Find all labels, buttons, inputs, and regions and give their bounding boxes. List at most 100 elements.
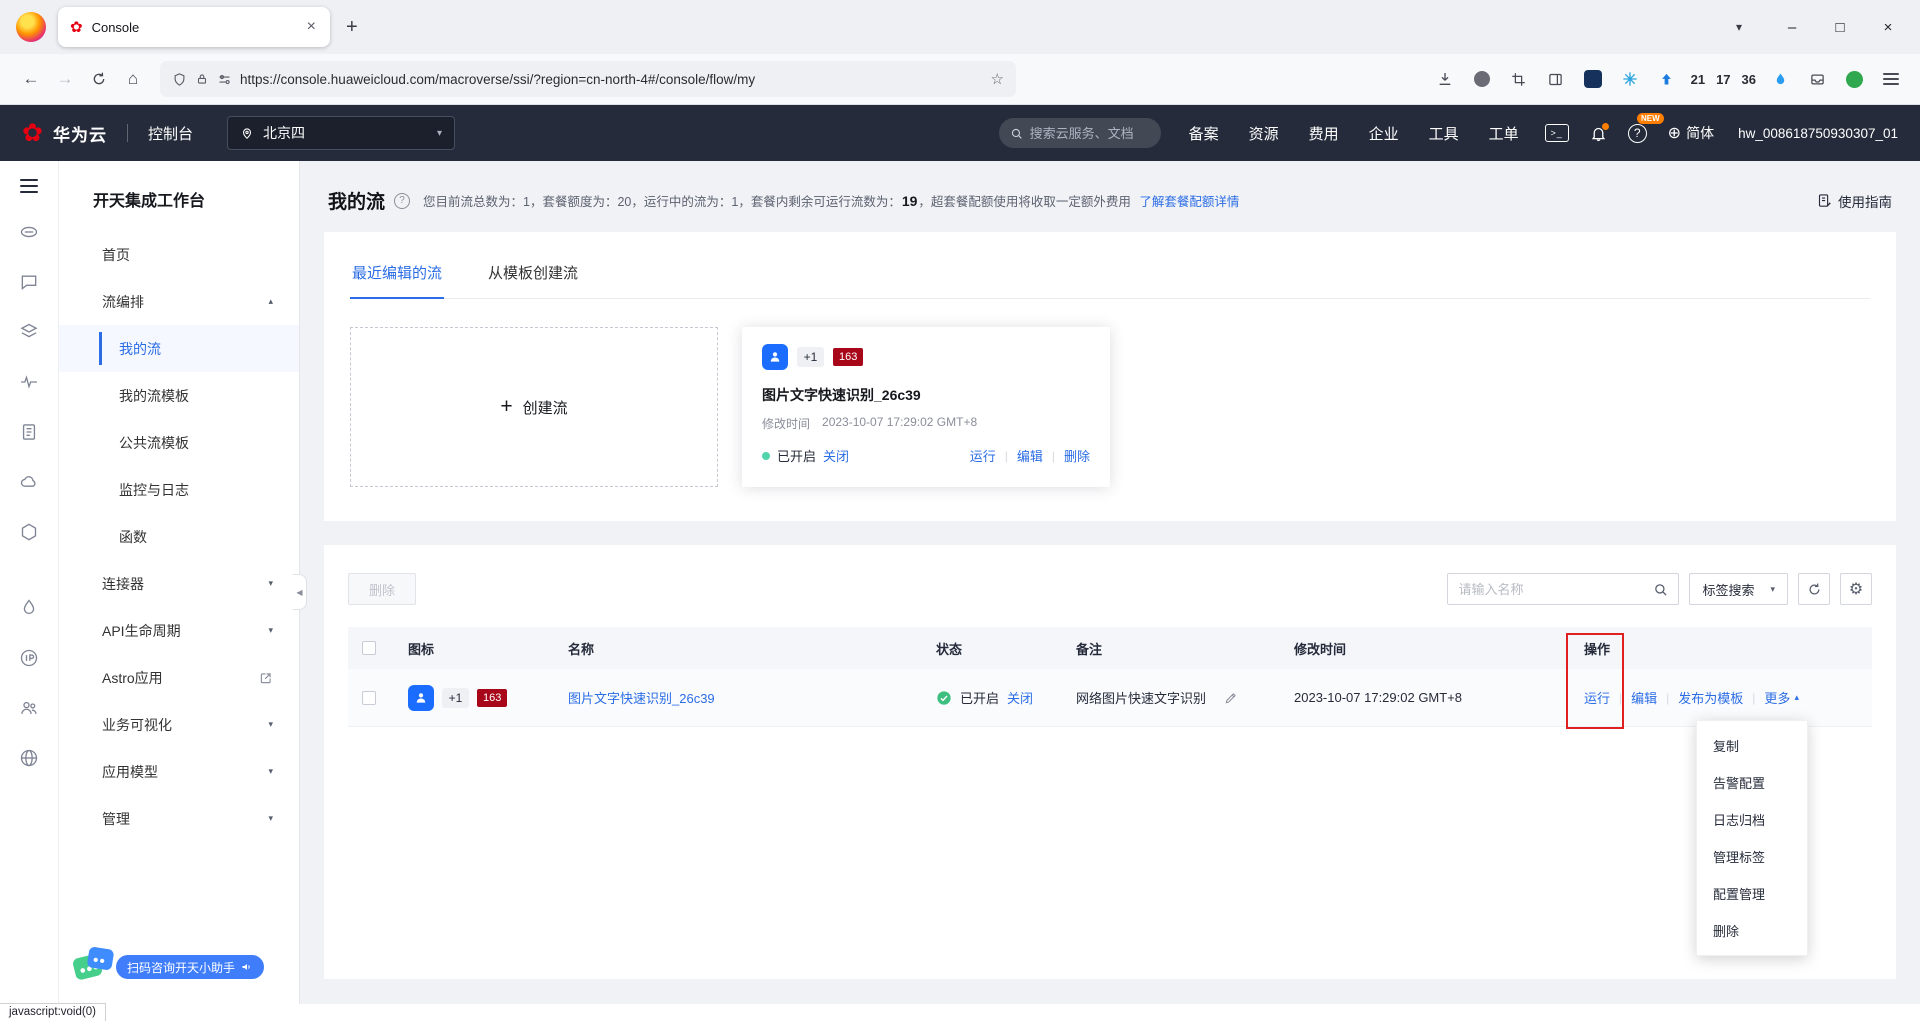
cli-terminal-icon[interactable]: >_ bbox=[1544, 124, 1569, 142]
menu-tools[interactable]: 工具 bbox=[1429, 123, 1459, 144]
gateway-service-icon[interactable] bbox=[18, 221, 40, 243]
firefox-logo-icon[interactable] bbox=[16, 12, 46, 42]
name-search-box[interactable] bbox=[1447, 573, 1680, 605]
sidebar-item-my-flows[interactable]: 我的流 bbox=[59, 325, 299, 372]
window-maximize-button[interactable]: □ bbox=[1816, 7, 1864, 47]
menu-billing[interactable]: 费用 bbox=[1309, 123, 1339, 144]
browser-tab[interactable]: ✿ Console × bbox=[58, 7, 330, 47]
forward-button[interactable]: → bbox=[48, 62, 82, 96]
url-input[interactable] bbox=[240, 71, 983, 87]
sidebar-item-monitor-logs[interactable]: 监控与日志 bbox=[59, 466, 299, 513]
page-help-icon[interactable]: ? bbox=[394, 192, 411, 209]
account-username[interactable]: hw_008618750930307_01 bbox=[1738, 126, 1898, 141]
address-bar[interactable]: ☆ bbox=[160, 61, 1016, 97]
card-edit-link[interactable]: 编辑 bbox=[1017, 446, 1043, 465]
tab-list-chevron-icon[interactable]: ▾ bbox=[1736, 20, 1742, 34]
sidebar-group-flow[interactable]: 流编排 ▴ bbox=[59, 278, 299, 325]
menu-enterprise[interactable]: 企业 bbox=[1369, 123, 1399, 144]
notebook-service-icon[interactable] bbox=[18, 421, 40, 443]
adblock-extension-icon[interactable] bbox=[1839, 64, 1869, 94]
window-close-button[interactable]: × bbox=[1864, 7, 1912, 47]
row-edit-link[interactable]: 编辑 bbox=[1631, 688, 1657, 707]
droplet-service-icon[interactable] bbox=[18, 597, 40, 619]
menu-resources[interactable]: 资源 bbox=[1249, 123, 1279, 144]
flow-card[interactable]: +1 163 图片文字快速识别_26c39 修改时间 2023-10-07 17… bbox=[742, 327, 1110, 487]
dropdown-item-alarm-config[interactable]: 告警配置 bbox=[1697, 764, 1807, 801]
sidebar-item-home[interactable]: 首页 bbox=[59, 231, 299, 278]
edit-remark-pencil-icon[interactable] bbox=[1224, 691, 1238, 705]
cloud-service-icon[interactable] bbox=[18, 471, 40, 493]
dropdown-item-log-archive[interactable]: 日志归档 bbox=[1697, 801, 1807, 838]
name-search-input[interactable] bbox=[1458, 581, 1654, 597]
console-link[interactable]: 控制台 bbox=[148, 123, 193, 144]
hamburger-menu-icon[interactable] bbox=[20, 179, 38, 193]
menu-tickets[interactable]: 工单 bbox=[1489, 123, 1519, 144]
sidebar-item-api-lifecycle[interactable]: API生命周期 ▾ bbox=[59, 607, 299, 654]
row-flow-name-link[interactable]: 图片文字快速识别_26c39 bbox=[568, 688, 715, 707]
chat-service-icon[interactable] bbox=[18, 271, 40, 293]
row-toggle-off-link[interactable]: 关闭 bbox=[1007, 688, 1033, 707]
brand-name[interactable]: 华为云 bbox=[53, 121, 107, 146]
tracking-shield-icon[interactable] bbox=[172, 72, 187, 87]
bookmark-star-icon[interactable]: ☆ bbox=[991, 70, 1004, 88]
toggle-off-link[interactable]: 关闭 bbox=[823, 446, 849, 465]
dropdown-item-copy[interactable]: 复制 bbox=[1697, 727, 1807, 764]
globe-service-icon[interactable] bbox=[18, 747, 40, 769]
row-publish-template-link[interactable]: 发布为模板 bbox=[1678, 688, 1743, 707]
menu-beian[interactable]: 备案 bbox=[1189, 123, 1219, 144]
row-run-link[interactable]: 运行 bbox=[1584, 688, 1610, 707]
users-service-icon[interactable] bbox=[18, 697, 40, 719]
downloads-icon[interactable] bbox=[1430, 64, 1460, 94]
layers-service-icon[interactable] bbox=[18, 321, 40, 343]
column-settings-button[interactable]: ⚙ bbox=[1840, 573, 1872, 605]
dropdown-item-delete[interactable]: 删除 bbox=[1697, 912, 1807, 949]
sidebar-item-public-templates[interactable]: 公共流模板 bbox=[59, 419, 299, 466]
browser-menu-icon[interactable] bbox=[1876, 64, 1906, 94]
row-more-link[interactable]: 更多 ▴ bbox=[1764, 688, 1799, 707]
tray-extension-icon[interactable] bbox=[1802, 64, 1832, 94]
dropdown-item-manage-tags[interactable]: 管理标签 bbox=[1697, 838, 1807, 875]
notification-bell-icon[interactable] bbox=[1590, 122, 1609, 142]
new-tab-button[interactable]: + bbox=[346, 16, 358, 39]
sidebar-item-connectors[interactable]: 连接器 ▾ bbox=[59, 560, 299, 607]
refresh-button[interactable] bbox=[1798, 573, 1830, 605]
ip-service-icon[interactable] bbox=[18, 647, 40, 669]
vpn-up-extension-icon[interactable] bbox=[1652, 64, 1682, 94]
assistant-widget[interactable]: 扫码咨询开天小助手 bbox=[71, 946, 265, 988]
sidebar-item-astro[interactable]: Astro应用 bbox=[59, 654, 299, 701]
quota-detail-link[interactable]: 了解套餐配额详情 bbox=[1139, 195, 1239, 209]
reader-panel-icon[interactable] bbox=[1541, 64, 1571, 94]
create-flow-card[interactable]: + 创建流 bbox=[350, 327, 718, 487]
tab-recent-flows[interactable]: 最近编辑的流 bbox=[350, 252, 445, 299]
assistant-pill[interactable]: 扫码咨询开天小助手 bbox=[116, 955, 265, 979]
sidebar-item-manage[interactable]: 管理 ▾ bbox=[59, 795, 299, 842]
sidebar-item-app-model[interactable]: 应用模型 ▾ bbox=[59, 748, 299, 795]
tab-close-icon[interactable]: × bbox=[305, 18, 318, 36]
window-minimize-button[interactable]: – bbox=[1768, 7, 1816, 47]
cloud-search-input[interactable] bbox=[1029, 125, 1150, 141]
permissions-icon[interactable] bbox=[217, 72, 232, 87]
account-badge-icon[interactable] bbox=[1467, 64, 1497, 94]
home-button[interactable]: ⌂ bbox=[116, 62, 150, 96]
extension-dark-icon[interactable] bbox=[1578, 64, 1608, 94]
card-run-link[interactable]: 运行 bbox=[970, 446, 996, 465]
hexagon-service-icon[interactable] bbox=[18, 521, 40, 543]
region-selector[interactable]: 北京四 ▾ bbox=[226, 116, 455, 150]
sidebar-item-biz-visual[interactable]: 业务可视化 ▾ bbox=[59, 701, 299, 748]
monitor-pulse-icon[interactable] bbox=[18, 371, 40, 393]
help-icon[interactable]: ? NEW bbox=[1627, 112, 1664, 143]
select-all-checkbox[interactable] bbox=[362, 641, 376, 655]
cloud-search-box[interactable] bbox=[998, 118, 1161, 148]
drop-extension-icon[interactable] bbox=[1765, 64, 1795, 94]
assistant-chat-icon[interactable] bbox=[71, 946, 120, 988]
flow-name[interactable]: 图片文字快速识别_26c39 bbox=[762, 385, 1090, 405]
snowflake-extension-icon[interactable] bbox=[1615, 64, 1645, 94]
lock-icon[interactable] bbox=[195, 72, 209, 86]
row-checkbox[interactable] bbox=[362, 690, 376, 705]
dropdown-item-config-manage[interactable]: 配置管理 bbox=[1697, 875, 1807, 912]
tab-create-from-template[interactable]: 从模板创建流 bbox=[486, 252, 580, 298]
sidebar-item-my-templates[interactable]: 我的流模板 bbox=[59, 372, 299, 419]
sidebar-item-functions[interactable]: 函数 bbox=[59, 513, 299, 560]
tag-search-button[interactable]: 标签搜索 ▾ bbox=[1689, 573, 1788, 605]
language-switcher[interactable]: ⊕ 简体 bbox=[1668, 123, 1714, 143]
